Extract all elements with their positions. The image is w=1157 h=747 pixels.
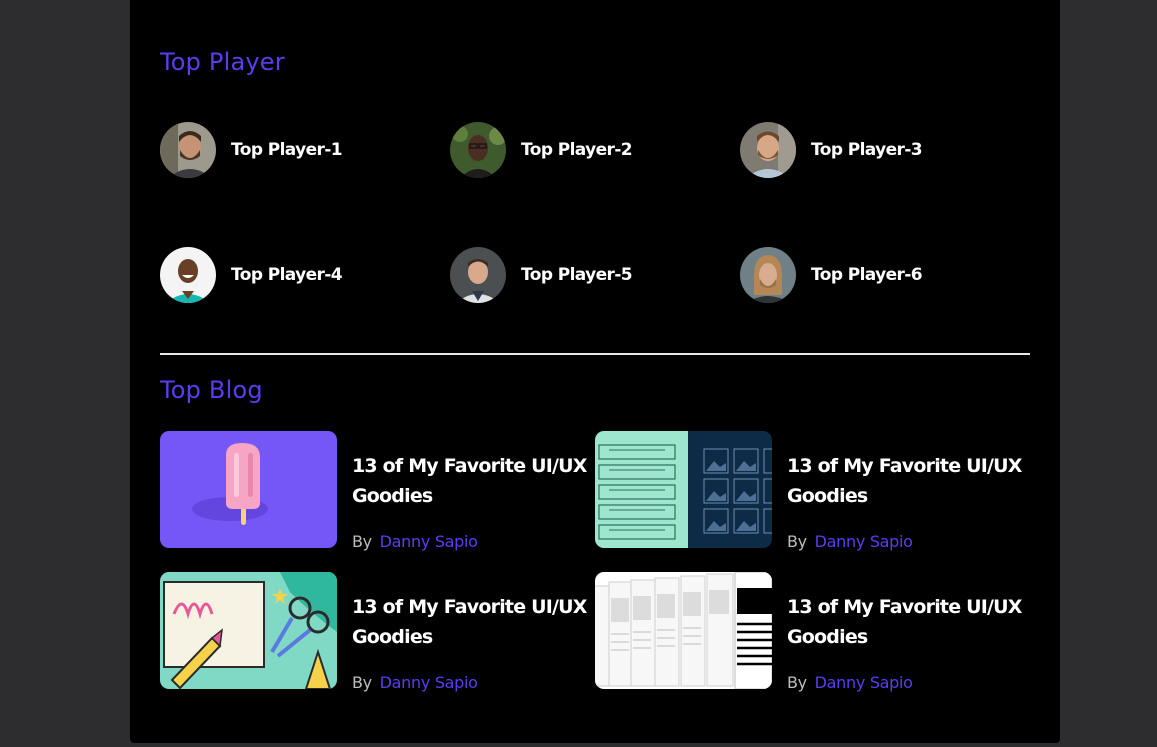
- top-player-heading: Top Player: [160, 48, 285, 76]
- author-link[interactable]: Danny Sapio: [380, 532, 478, 551]
- blog-thumbnail[interactable]: [595, 431, 772, 548]
- avatar: [450, 122, 506, 178]
- blog-title[interactable]: 13 of My Favorite UI/UX Goodies: [352, 451, 592, 511]
- author-link[interactable]: Danny Sapio: [815, 532, 913, 551]
- avatar: [740, 247, 796, 303]
- author-link[interactable]: Danny Sapio: [815, 673, 913, 692]
- byline-label: By: [787, 673, 807, 692]
- player-card[interactable]: Top Player-6: [740, 247, 1030, 303]
- blog-card[interactable]: 13 of My Favorite UI/UX Goodies By Danny…: [595, 431, 1030, 551]
- top-blog-heading: Top Blog: [160, 376, 263, 404]
- section-divider: [160, 353, 1030, 355]
- byline-label: By: [352, 532, 372, 551]
- player-name: Top Player-6: [811, 265, 923, 285]
- blog-card[interactable]: 13 of My Favorite UI/UX Goodies By Danny…: [160, 431, 595, 551]
- player-card[interactable]: Top Player-5: [450, 247, 740, 303]
- byline-label: By: [787, 532, 807, 551]
- blog-thumbnail[interactable]: [595, 572, 772, 689]
- blog-card[interactable]: 13 of My Favorite UI/UX Goodies By Danny…: [160, 572, 595, 692]
- blog-byline: By Danny Sapio: [352, 532, 478, 551]
- blog-byline: By Danny Sapio: [787, 532, 913, 551]
- blog-byline: By Danny Sapio: [352, 673, 478, 692]
- author-link[interactable]: Danny Sapio: [380, 673, 478, 692]
- blog-thumbnail[interactable]: [160, 431, 337, 548]
- player-card[interactable]: Top Player-4: [160, 247, 450, 303]
- avatar: [160, 122, 216, 178]
- player-card[interactable]: Top Player-2: [450, 122, 740, 178]
- blog-title[interactable]: 13 of My Favorite UI/UX Goodies: [787, 451, 1027, 511]
- player-name: Top Player-2: [521, 140, 633, 160]
- avatar: [450, 247, 506, 303]
- player-card[interactable]: Top Player-3: [740, 122, 1030, 178]
- player-card[interactable]: Top Player-1: [160, 122, 450, 178]
- avatar: [160, 247, 216, 303]
- blog-byline: By Danny Sapio: [787, 673, 913, 692]
- content-panel: Top Player Top Player-1 Top Player-2 Top…: [130, 0, 1060, 743]
- player-name: Top Player-1: [231, 140, 343, 160]
- blog-thumbnail[interactable]: [160, 572, 337, 689]
- player-name: Top Player-5: [521, 265, 633, 285]
- top-player-grid: Top Player-1 Top Player-2 Top Player-3 T…: [160, 122, 1030, 372]
- blog-title[interactable]: 13 of My Favorite UI/UX Goodies: [352, 592, 592, 652]
- blog-title[interactable]: 13 of My Favorite UI/UX Goodies: [787, 592, 1027, 652]
- avatar: [740, 122, 796, 178]
- byline-label: By: [352, 673, 372, 692]
- player-name: Top Player-4: [231, 265, 343, 285]
- blog-card[interactable]: 13 of My Favorite UI/UX Goodies By Danny…: [595, 572, 1030, 692]
- player-name: Top Player-3: [811, 140, 923, 160]
- top-blog-grid: 13 of My Favorite UI/UX Goodies By Danny…: [160, 431, 1030, 713]
